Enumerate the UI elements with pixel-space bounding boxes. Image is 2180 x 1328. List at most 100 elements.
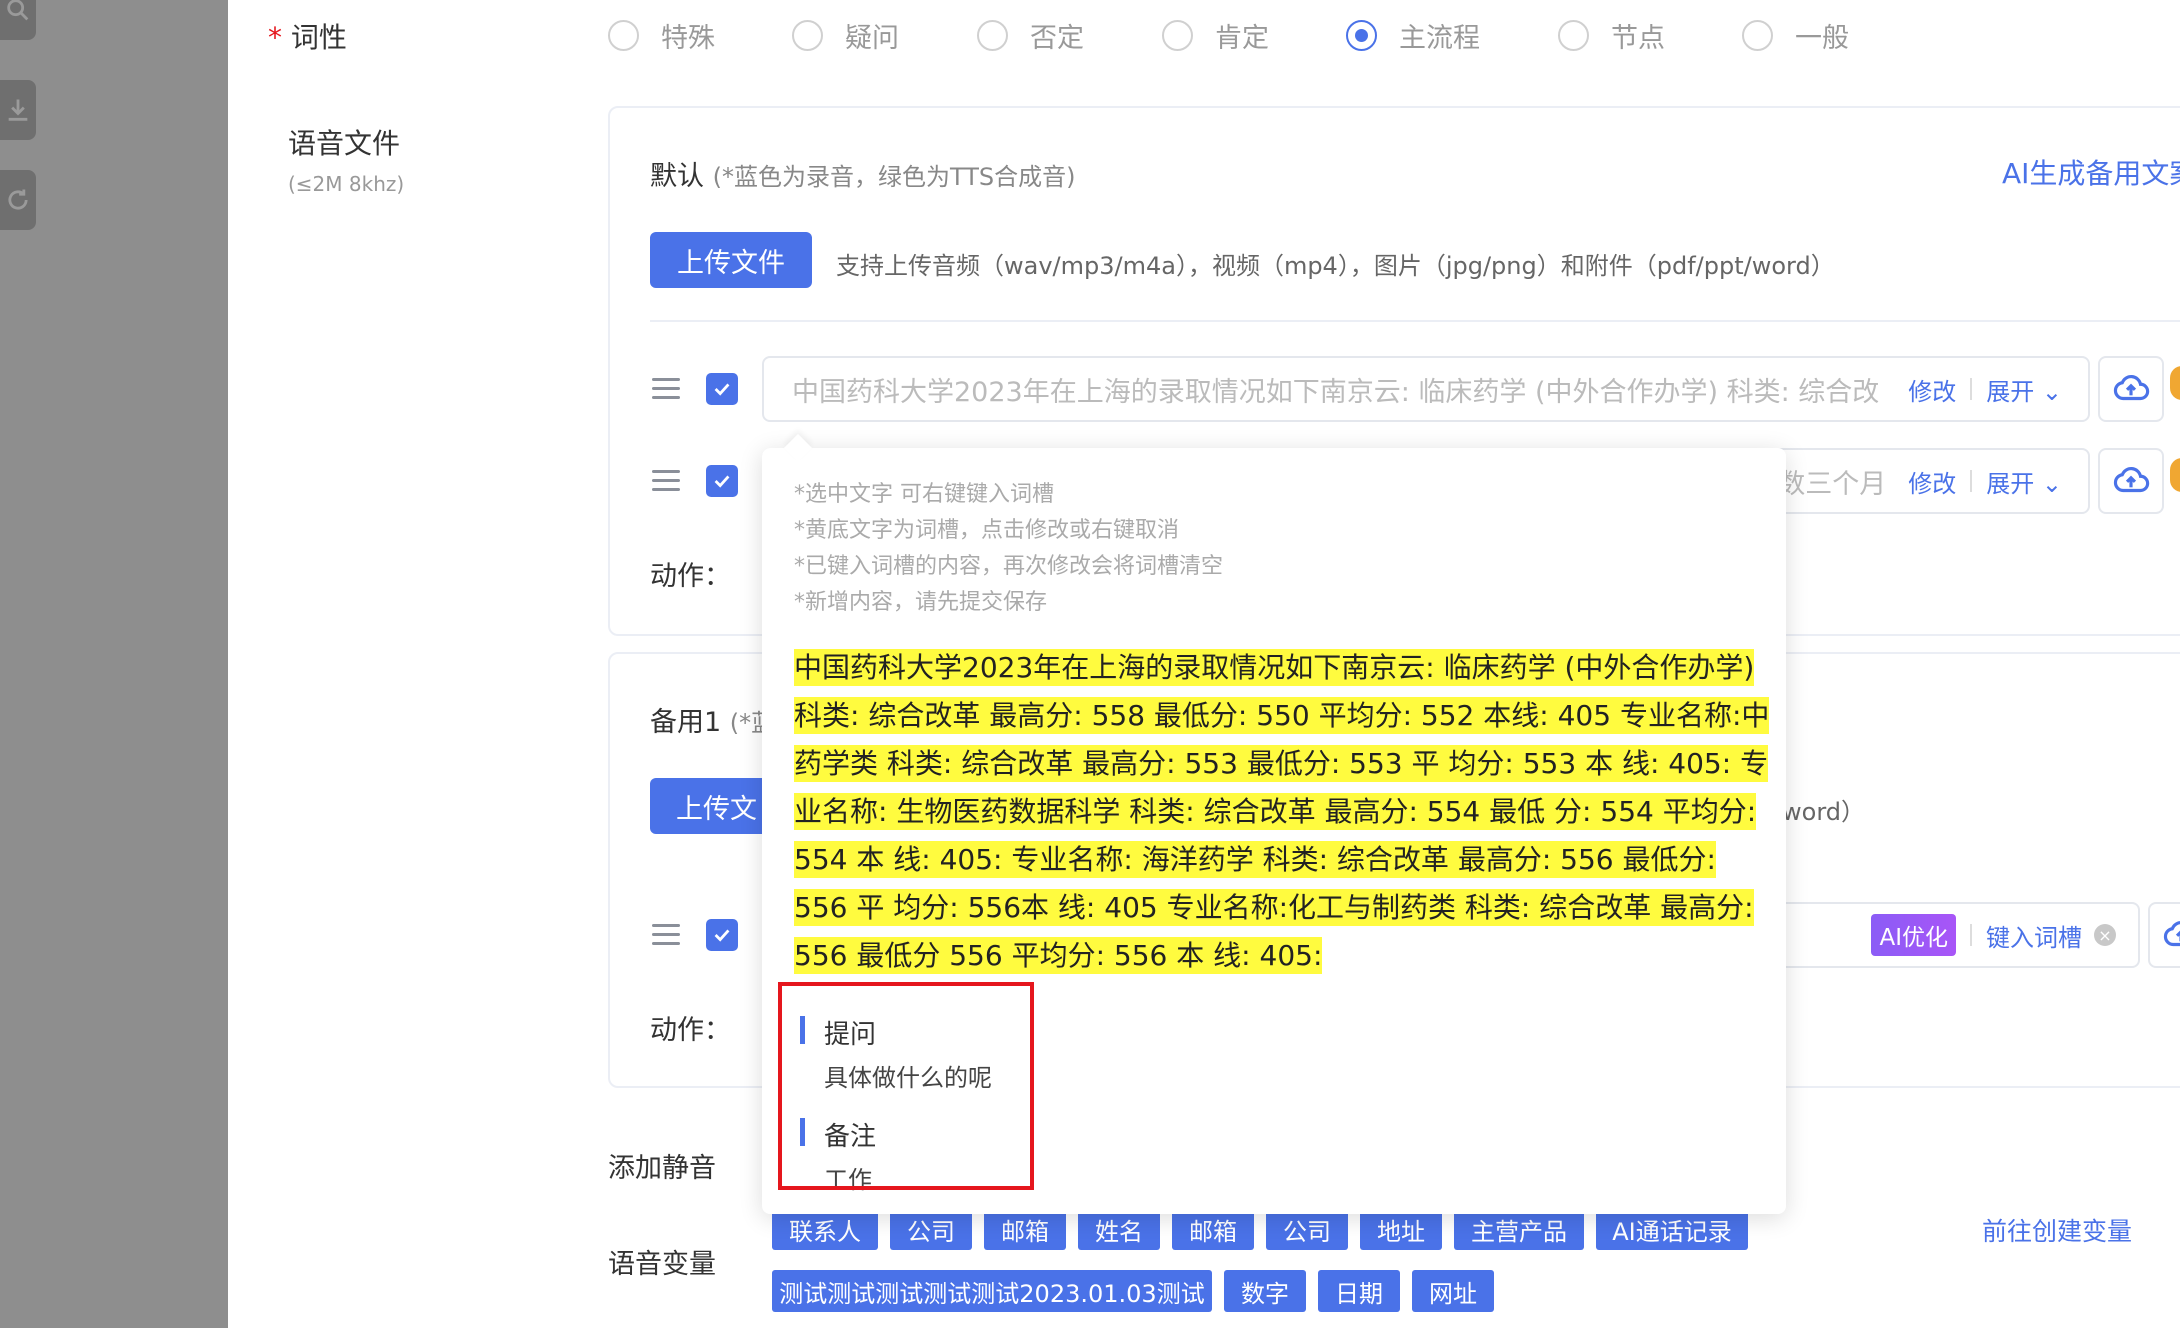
- radio-affirmative[interactable]: 肯定: [1162, 16, 1269, 55]
- refresh-icon[interactable]: [0, 170, 36, 230]
- drag-handle-icon[interactable]: [652, 470, 680, 496]
- slot-highlight[interactable]: 554 本 线: 405: 专业名称: 海洋药学 科类: 综合改革 最高分: 5…: [794, 841, 1716, 878]
- default-action-label: 动作：: [650, 561, 731, 592]
- radio-label: 节点: [1611, 23, 1665, 54]
- backup-action-label: 动作：: [650, 1015, 731, 1046]
- variable-tag-contact[interactable]: 联系人: [772, 1208, 878, 1250]
- radio-node[interactable]: 节点: [1558, 16, 1665, 55]
- variable-tag-company[interactable]: 公司: [890, 1208, 972, 1250]
- variable-tag-address[interactable]: 地址: [1360, 1208, 1442, 1250]
- radio-label: 主流程: [1399, 23, 1480, 54]
- variable-tag-number[interactable]: 数字: [1224, 1270, 1306, 1312]
- slot-highlight[interactable]: 中国药科大学2023年在上海的录取情况如下南京云: 临床药学 (中外合作办学): [794, 649, 1755, 686]
- slot-highlight[interactable]: 业名称: 生物医药数据科学 科类: 综合改革 最高分: 554 最低 分: 55…: [794, 793, 1757, 830]
- variable-tag-ai-call-record[interactable]: AI通话记录: [1596, 1208, 1748, 1250]
- radio-circle[interactable]: [977, 20, 1008, 51]
- voice-file-label: 语音文件: [288, 127, 401, 160]
- variable-tag-email[interactable]: 邮箱: [984, 1208, 1066, 1250]
- status-dot: [2170, 366, 2180, 400]
- radio-question[interactable]: 疑问: [792, 16, 899, 55]
- create-variable-link[interactable]: 前往创建变量: [1982, 1212, 2132, 1248]
- radio-label: 特殊: [661, 23, 715, 54]
- variable-tag-test[interactable]: 测试测试测试测试测试2023.01.03测试: [772, 1270, 1212, 1312]
- row1-expand-link[interactable]: 展开 ⌄: [1986, 372, 2062, 407]
- radio-circle[interactable]: [1558, 20, 1589, 51]
- slot-highlight[interactable]: 556 最低分 556 平均分: 556 本 线: 405:: [794, 937, 1323, 974]
- voice-variables-label: 语音变量: [608, 1249, 716, 1280]
- row1-text: 中国药科大学2023年在上海的录取情况如下南京云: 临床药学 (中外合作办学) …: [792, 376, 1880, 408]
- drag-handle-icon[interactable]: [652, 924, 680, 950]
- slot-highlight[interactable]: 科类: 综合改革 最高分: 558 最低分: 550 平均分: 552 本线: …: [794, 697, 1770, 734]
- highlighted-text-line[interactable]: 556 最低分 556 平均分: 556 本 线: 405:: [794, 934, 1323, 974]
- radio-special[interactable]: 特殊: [608, 16, 715, 55]
- highlighted-text-line[interactable]: 科类: 综合改革 最高分: 558 最低分: 550 平均分: 552 本线: …: [794, 694, 1770, 734]
- expand-label: 展开: [1986, 377, 2035, 406]
- expand-label: 展开: [1986, 469, 2035, 498]
- backup-upload-hint: word）: [1782, 798, 1865, 826]
- status-dot: [2170, 458, 2180, 492]
- highlighted-text-line[interactable]: 556 平 均分: 556本 线: 405 专业名称:化工与制药类 科类: 综合…: [794, 886, 1754, 926]
- radio-main-flow[interactable]: 主流程: [1346, 16, 1480, 55]
- default-subtitle: (*蓝色为录音，绿色为TTS合成音): [712, 163, 1076, 191]
- radio-label: 否定: [1030, 23, 1084, 54]
- default-card-title: 默认 (*蓝色为录音，绿色为TTS合成音): [650, 154, 1075, 193]
- variable-tag-name[interactable]: 姓名: [1078, 1208, 1160, 1250]
- row2-expand-link[interactable]: 展开 ⌄: [1986, 464, 2062, 499]
- row2-text: 数三个月: [1778, 468, 1887, 500]
- row1-upload-cloud-icon[interactable]: [2098, 356, 2164, 422]
- highlighted-text-line[interactable]: 中国药科大学2023年在上海的录取情况如下南京云: 临床药学 (中外合作办学): [794, 646, 1755, 686]
- variable-tag-email-2[interactable]: 邮箱: [1172, 1208, 1254, 1250]
- variable-tag-main-product[interactable]: 主营产品: [1454, 1208, 1584, 1250]
- default-title: 默认: [650, 161, 704, 192]
- radio-label: 疑问: [845, 23, 899, 54]
- upload-file-button[interactable]: 上传文件: [650, 232, 812, 288]
- clear-icon[interactable]: ×: [2094, 924, 2116, 946]
- variable-tag-company-2[interactable]: 公司: [1266, 1208, 1348, 1250]
- radio-circle-selected[interactable]: [1346, 20, 1377, 51]
- radio-circle[interactable]: [608, 20, 639, 51]
- pos-label-text: 词性: [290, 21, 347, 54]
- ai-optimize-badge[interactable]: AI优化: [1871, 914, 1956, 956]
- backup-card-title: 备用1 (*蓝: [650, 700, 775, 739]
- highlighted-text-line[interactable]: 药学类 科类: 综合改革 最高分: 553 最低分: 553 平 均分: 553…: [794, 742, 1769, 782]
- radio-negative[interactable]: 否定: [977, 16, 1084, 55]
- popover-tip: *选中文字 可右键键入词槽: [794, 482, 1054, 507]
- radio-circle[interactable]: [792, 20, 823, 51]
- upload-hint: 支持上传音频（wav/mp3/m4a），视频（mp4），图片（jpg/png）和…: [836, 252, 1835, 280]
- voice-file-sublabel: (≤2M 8khz): [288, 172, 405, 196]
- left-sidebar: [0, 0, 228, 1328]
- search-icon[interactable]: [0, 0, 36, 40]
- insert-slot-link[interactable]: 键入词槽: [1986, 918, 2082, 953]
- variable-tag-url[interactable]: 网址: [1412, 1270, 1494, 1312]
- highlighted-text-line[interactable]: 业名称: 生物医药数据科学 科类: 综合改革 最高分: 554 最低 分: 55…: [794, 790, 1757, 830]
- slot-highlight[interactable]: 556 平 均分: 556本 线: 405 专业名称:化工与制药类 科类: 综合…: [794, 889, 1754, 926]
- row1-checkbox[interactable]: [706, 373, 738, 405]
- row2-modify-link[interactable]: 修改: [1908, 464, 1956, 499]
- separator: [1970, 924, 1972, 946]
- row1-modify-link[interactable]: 修改: [1908, 372, 1956, 407]
- row1-text-field[interactable]: 中国药科大学2023年在上海的录取情况如下南京云: 临床药学 (中外合作办学) …: [762, 356, 2090, 422]
- popover-tip: *已键入词槽的内容，再次修改会将词槽清空: [794, 554, 1224, 579]
- radio-label: 肯定: [1215, 23, 1269, 54]
- chevron-down-icon: ⌄: [2041, 377, 2062, 406]
- card-divider: [650, 320, 2180, 322]
- radio-circle[interactable]: [1742, 20, 1773, 51]
- ai-generate-link[interactable]: AI生成备用文案: [2002, 152, 2180, 192]
- drag-handle-icon[interactable]: [652, 378, 680, 404]
- add-silence-label: 添加静音: [608, 1153, 716, 1184]
- highlighted-text-line[interactable]: 554 本 线: 405: 专业名称: 海洋药学 科类: 综合改革 最高分: 5…: [794, 838, 1716, 878]
- download-icon[interactable]: [0, 80, 36, 140]
- radio-circle[interactable]: [1162, 20, 1193, 51]
- required-mark: *: [268, 21, 282, 54]
- chevron-down-icon: ⌄: [2041, 469, 2062, 498]
- annotation-red-box: [778, 982, 1034, 1190]
- radio-general[interactable]: 一般: [1742, 16, 1849, 55]
- radio-label: 一般: [1795, 23, 1849, 54]
- row2-upload-cloud-icon[interactable]: [2098, 448, 2164, 514]
- row2-checkbox[interactable]: [706, 465, 738, 497]
- slot-highlight[interactable]: 药学类 科类: 综合改革 最高分: 553 最低分: 553 平 均分: 553…: [794, 745, 1769, 782]
- popover-tip: *黄底文字为词槽，点击修改或右键取消: [794, 518, 1180, 543]
- backup-upload-cloud-icon[interactable]: [2148, 902, 2180, 968]
- variable-tag-date[interactable]: 日期: [1318, 1270, 1400, 1312]
- backup-row-checkbox[interactable]: [706, 919, 738, 951]
